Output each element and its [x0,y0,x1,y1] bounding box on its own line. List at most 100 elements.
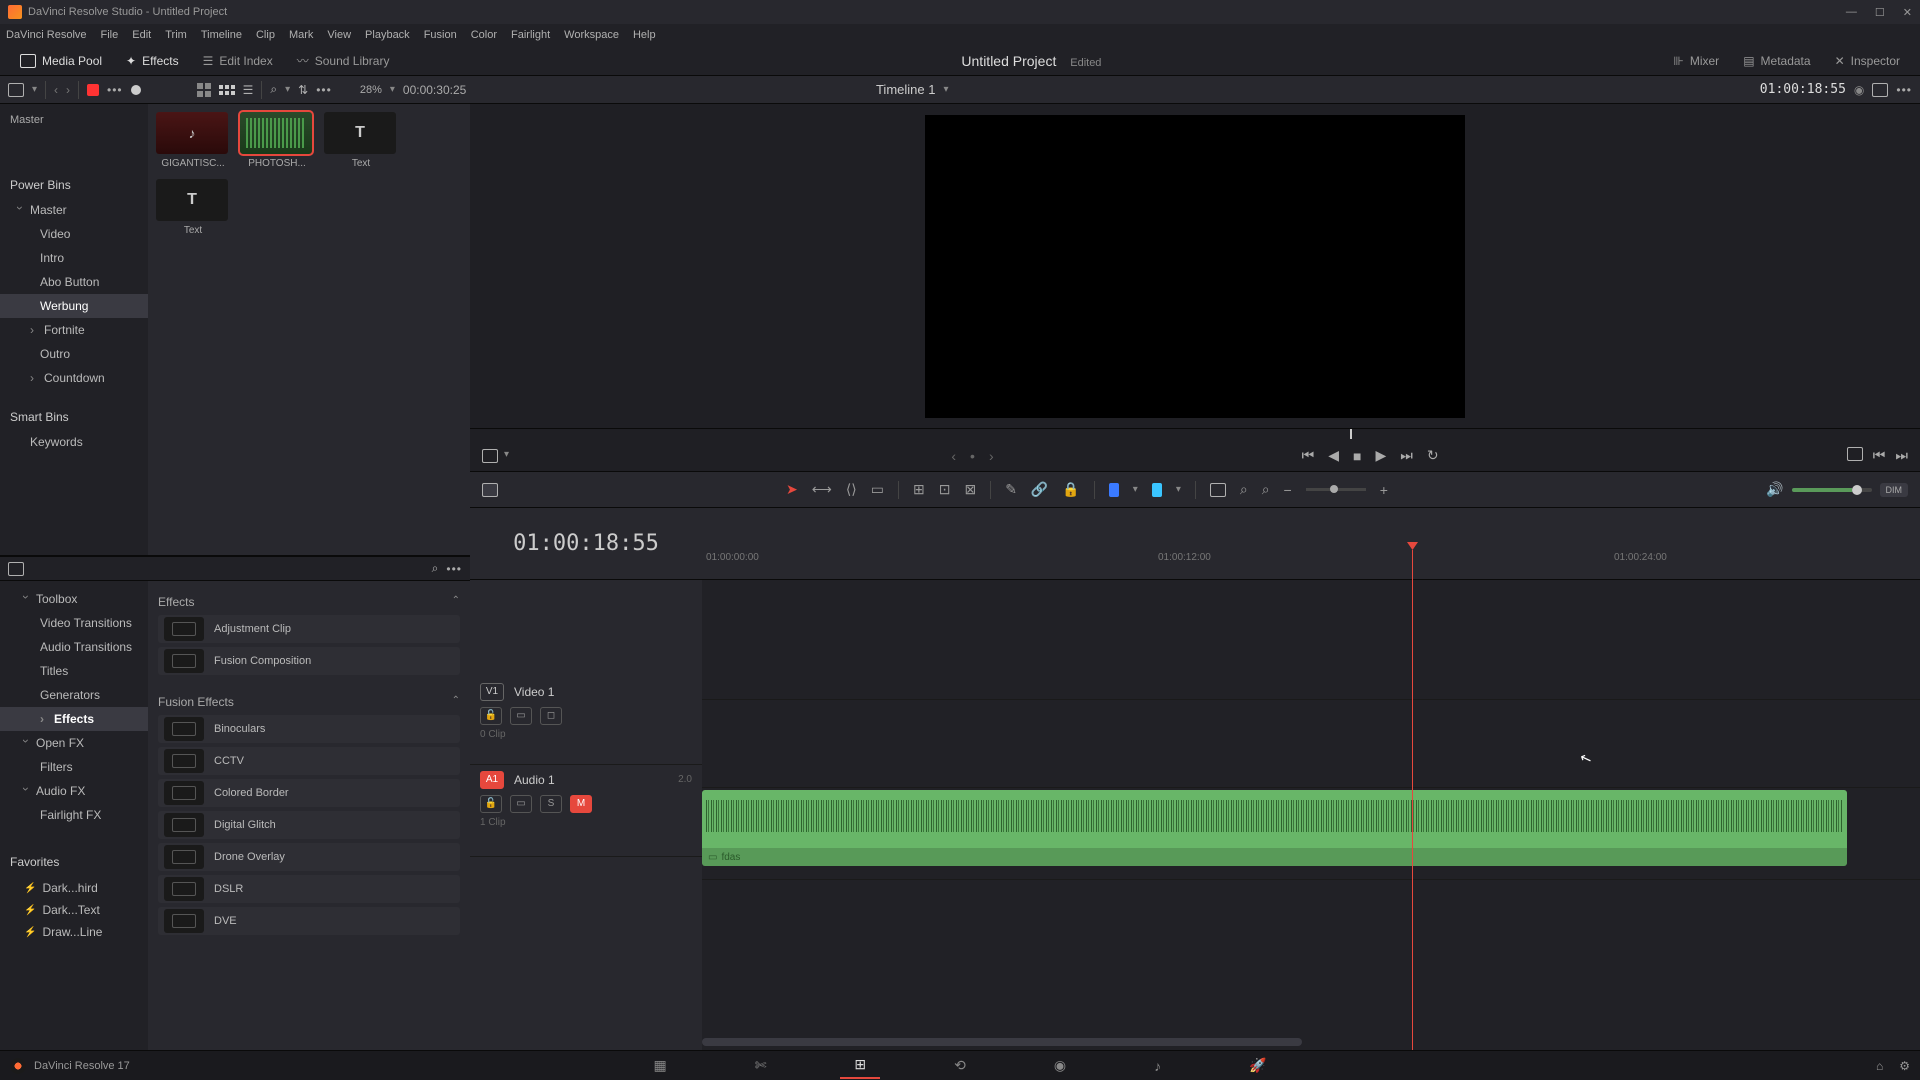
audiofx-header[interactable]: Audio FX [0,779,148,803]
marker-icon[interactable] [1152,483,1162,497]
fx-item[interactable]: Colored Border [158,779,460,807]
lock-icon[interactable]: 🔒 [1062,481,1079,498]
zoom-in-icon[interactable]: + [1380,482,1388,498]
favorite-item[interactable]: ⚡Draw...Line [0,921,148,943]
tab-edit[interactable]: ⊞ [840,1052,880,1079]
play-icon[interactable]: ▶ [1375,447,1386,464]
next-icon[interactable]: ⏭ [1895,447,1908,464]
media-thumb[interactable]: TText [156,179,230,236]
window-minimize-icon[interactable]: — [1846,6,1857,19]
tab-fusion[interactable]: ⟲ [940,1053,980,1078]
fx-item[interactable]: Fusion Composition [158,647,460,675]
media-thumb-selected[interactable]: PHOTOSH... [240,112,314,169]
chevron-down-icon[interactable]: ▾ [390,84,395,95]
menu-item[interactable]: File [101,29,119,41]
record-icon[interactable] [87,84,99,96]
mixer-toggle[interactable]: ⊪Mixer [1663,50,1729,72]
audio-track-lane[interactable]: ▭fdas [702,788,1920,880]
zoom-custom-icon[interactable]: ⌕ [1262,481,1270,498]
more-icon[interactable]: ••• [1896,83,1912,97]
fx-item[interactable]: Digital Glitch [158,811,460,839]
sound-library-toggle[interactable]: 〰Sound Library [287,48,400,73]
zoom-slider[interactable] [1306,488,1366,491]
fx-category[interactable]: Video Transitions [0,611,148,635]
dim-button[interactable]: DIM [1880,483,1909,497]
fx-item[interactable]: DSLR [158,875,460,903]
bin-item[interactable]: Video [0,222,148,246]
tab-cut[interactable]: ✄ [741,1053,781,1078]
fx-item[interactable]: DVE [158,907,460,935]
overwrite-icon[interactable]: ⊡ [939,481,951,498]
video-track-lane[interactable] [702,700,1920,788]
lock-icon[interactable]: 🔓 [480,795,502,813]
timeline-ruler[interactable]: 01:00:00:00 01:00:12:00 01:00:24:00 [702,508,1920,580]
single-viewer-icon[interactable] [1872,83,1888,97]
trim-tool-icon[interactable]: ⟷ [812,481,832,498]
inspector-toggle[interactable]: ✕Inspector [1825,50,1910,72]
bin-item[interactable]: Countdown [0,366,148,390]
menu-item[interactable]: View [327,29,351,41]
bin-item[interactable]: Fortnite [0,318,148,342]
panel-icon[interactable] [8,562,24,576]
power-bins-header[interactable]: Power Bins [0,172,148,198]
fx-category[interactable]: Titles [0,659,148,683]
next-edit-icon[interactable]: › [989,448,994,464]
auto-select-icon[interactable]: ▭ [510,795,532,813]
fx-category-selected[interactable]: Effects [0,707,148,731]
search-icon[interactable]: ⌕ [432,561,439,576]
snap-icon[interactable]: ✎ [1005,481,1017,498]
window-maximize-icon[interactable]: ☐ [1875,6,1885,19]
bin-keywords[interactable]: Keywords [0,430,148,454]
edit-index-toggle[interactable]: ☰Edit Index [193,50,283,72]
menu-item[interactable]: Fusion [424,29,457,41]
dynamic-trim-icon[interactable]: ⟨⟩ [846,481,857,498]
bin-view-icon[interactable] [8,83,24,97]
more-icon[interactable]: ••• [316,83,332,97]
bin-item[interactable]: Abo Button [0,270,148,294]
audio-clip[interactable]: ▭fdas [702,790,1847,866]
flag-icon[interactable] [1109,483,1119,497]
fx-category[interactable]: Audio Transitions [0,635,148,659]
match-frame-icon[interactable] [1847,447,1863,461]
blade-tool-icon[interactable]: ▭ [871,481,884,498]
solo-button[interactable]: S [540,795,562,813]
bin-item[interactable]: Intro [0,246,148,270]
menu-item[interactable]: Edit [132,29,151,41]
bin-item[interactable]: Outro [0,342,148,366]
prev-edit-icon[interactable]: ‹ [951,448,956,464]
fx-category[interactable]: Filters [0,755,148,779]
zoom-level[interactable]: 28% [360,84,382,96]
chevron-down-icon[interactable]: ▾ [943,84,948,95]
stop-icon[interactable]: ■ [1353,448,1361,464]
sort-icon[interactable]: ⇅ [298,83,308,97]
more-icon[interactable]: ••• [446,562,462,576]
menu-item[interactable]: Trim [165,29,187,41]
chevron-down-icon[interactable]: ▾ [285,84,290,95]
timeline-scrollbar[interactable] [702,1038,1302,1046]
last-frame-icon[interactable]: ⏭ [1400,447,1413,464]
audio-track-header[interactable]: A1Audio 12.0 🔓▭SM 1 Clip [470,765,702,857]
favorite-item[interactable]: ⚡Dark...Text [0,899,148,921]
auto-select-icon[interactable]: ▭ [510,707,532,725]
jog-bar[interactable] [470,428,1920,440]
volume-slider[interactable] [1792,488,1872,492]
metadata-toggle[interactable]: ▤Metadata [1733,50,1820,72]
more-icon[interactable]: ••• [107,83,123,97]
media-thumb[interactable]: TText [324,112,398,169]
timeline-timecode[interactable]: 01:00:18:55 [470,508,702,580]
mute-button[interactable]: M [570,795,592,813]
tab-media[interactable]: ▦ [639,1053,680,1078]
selection-tool-icon[interactable]: ➤ [786,481,798,498]
home-icon[interactable]: ⌂ [1876,1059,1883,1073]
list-view-icon[interactable]: ☰ [243,83,254,97]
menu-item[interactable]: Playback [365,29,410,41]
video-track-header[interactable]: V1Video 1 🔓▭◻ 0 Clip [470,677,702,765]
prev-icon[interactable]: ⏮ [1873,447,1886,464]
menu-item[interactable]: Clip [256,29,275,41]
bin-master[interactable]: Master [0,198,148,222]
playhead[interactable] [1412,550,1413,1050]
settings-icon[interactable]: ⚙ [1899,1059,1910,1073]
media-pool-toggle[interactable]: Media Pool [10,50,112,72]
zoom-full-icon[interactable] [1210,483,1226,497]
fx-item[interactable]: Drone Overlay [158,843,460,871]
